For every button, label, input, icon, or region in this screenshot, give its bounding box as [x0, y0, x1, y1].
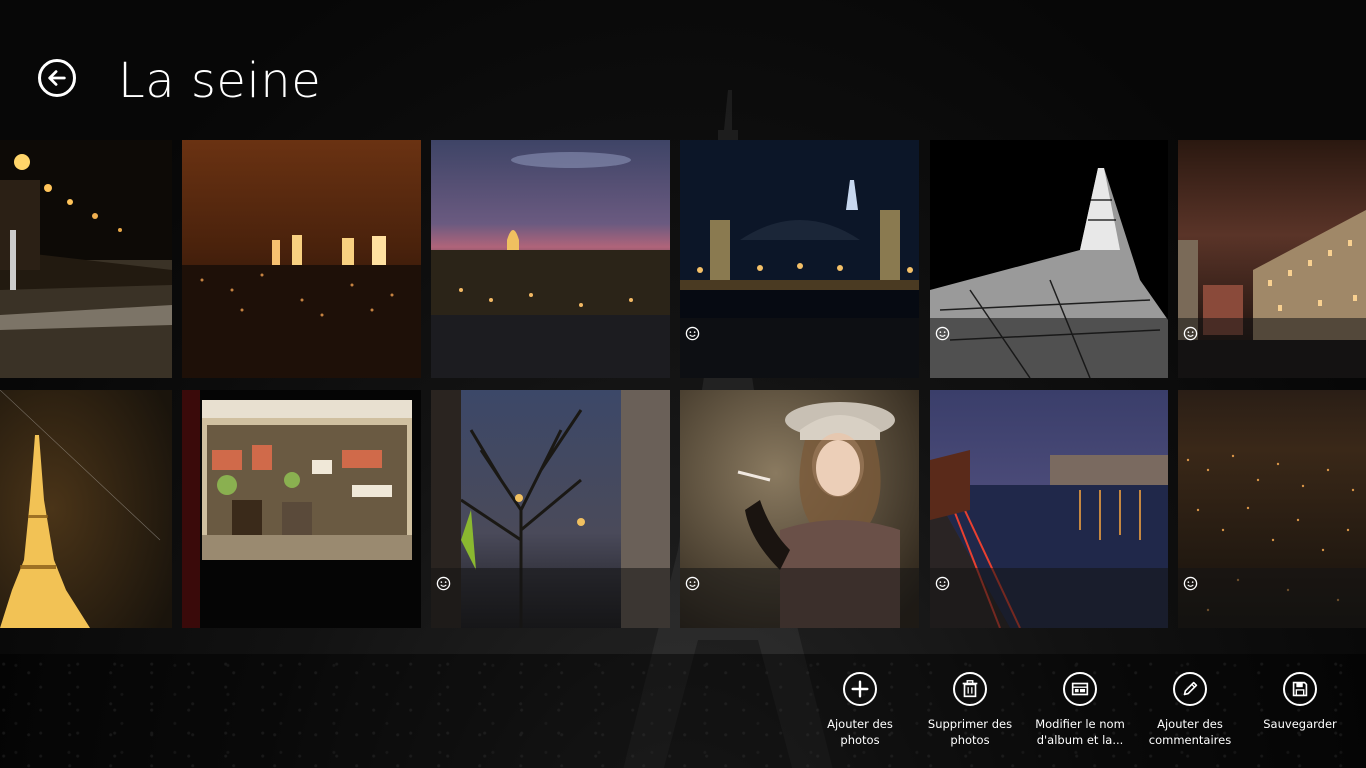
smiley-icon — [1183, 576, 1198, 591]
photo-tile[interactable] — [431, 140, 670, 378]
photo-tile[interactable] — [930, 140, 1168, 378]
photo-eiffel-gold — [0, 390, 172, 628]
photo-tile[interactable] — [930, 390, 1168, 628]
photo-invalides-dusk — [431, 140, 670, 378]
photo-tile[interactable] — [680, 390, 919, 628]
photo-tile[interactable] — [182, 390, 421, 628]
plus-icon — [851, 680, 869, 698]
back-arrow-icon — [48, 70, 66, 86]
delete-photos-label: Supprimer des photos — [927, 717, 1013, 747]
delete-photos-ring — [953, 672, 987, 706]
photo-tile[interactable] — [0, 140, 172, 378]
photo-skyline-orange — [182, 140, 421, 378]
page-title: La seine — [118, 53, 322, 109]
rename-album-label: Modifier le nom d'album et la... — [1035, 717, 1125, 747]
caption-shade — [680, 568, 919, 628]
add-photos-ring — [843, 672, 877, 706]
smiley-icon — [1183, 326, 1198, 341]
floppy-disk-icon — [1292, 681, 1308, 697]
caption-shade — [930, 318, 1168, 378]
photo-tile[interactable] — [680, 140, 919, 378]
smiley-icon — [935, 576, 950, 591]
photo-tile[interactable] — [431, 390, 670, 628]
caption-shade — [1178, 568, 1366, 628]
photo-street-night — [0, 140, 172, 378]
smiley-icon — [935, 326, 950, 341]
rename-album-ring — [1063, 672, 1097, 706]
album-page: La seine Ajouter des photos Supprimer de… — [0, 0, 1366, 768]
caption-shade — [680, 318, 919, 378]
back-button[interactable] — [38, 59, 76, 97]
save-button[interactable]: Sauvegarder — [1245, 672, 1355, 732]
photo-tile[interactable] — [0, 390, 172, 628]
save-label: Sauvegarder — [1263, 717, 1337, 731]
smiley-icon — [685, 326, 700, 341]
caption-shade — [431, 568, 670, 628]
caption-shade — [930, 568, 1168, 628]
smiley-icon — [436, 576, 451, 591]
photo-tile[interactable] — [182, 140, 421, 378]
add-photos-button[interactable]: Ajouter des photos — [805, 672, 915, 748]
photo-tile[interactable] — [1178, 140, 1366, 378]
rename-album-button[interactable]: Modifier le nom d'album et la... — [1025, 672, 1135, 748]
caption-shade — [1178, 318, 1366, 378]
photo-tile[interactable] — [1178, 390, 1366, 628]
add-photos-label: Ajouter des photos — [827, 717, 893, 747]
rename-card-icon — [1071, 682, 1089, 696]
add-comments-ring — [1173, 672, 1207, 706]
add-comments-label: Ajouter des commentaires — [1148, 717, 1232, 747]
photo-market-stall — [182, 390, 421, 628]
photo-grid — [0, 140, 1366, 628]
trash-icon — [962, 680, 978, 698]
pencil-icon — [1183, 681, 1198, 696]
smiley-icon — [685, 576, 700, 591]
delete-photos-button[interactable]: Supprimer des photos — [915, 672, 1025, 748]
add-comments-button[interactable]: Ajouter des commentaires — [1135, 672, 1245, 748]
save-ring — [1283, 672, 1317, 706]
